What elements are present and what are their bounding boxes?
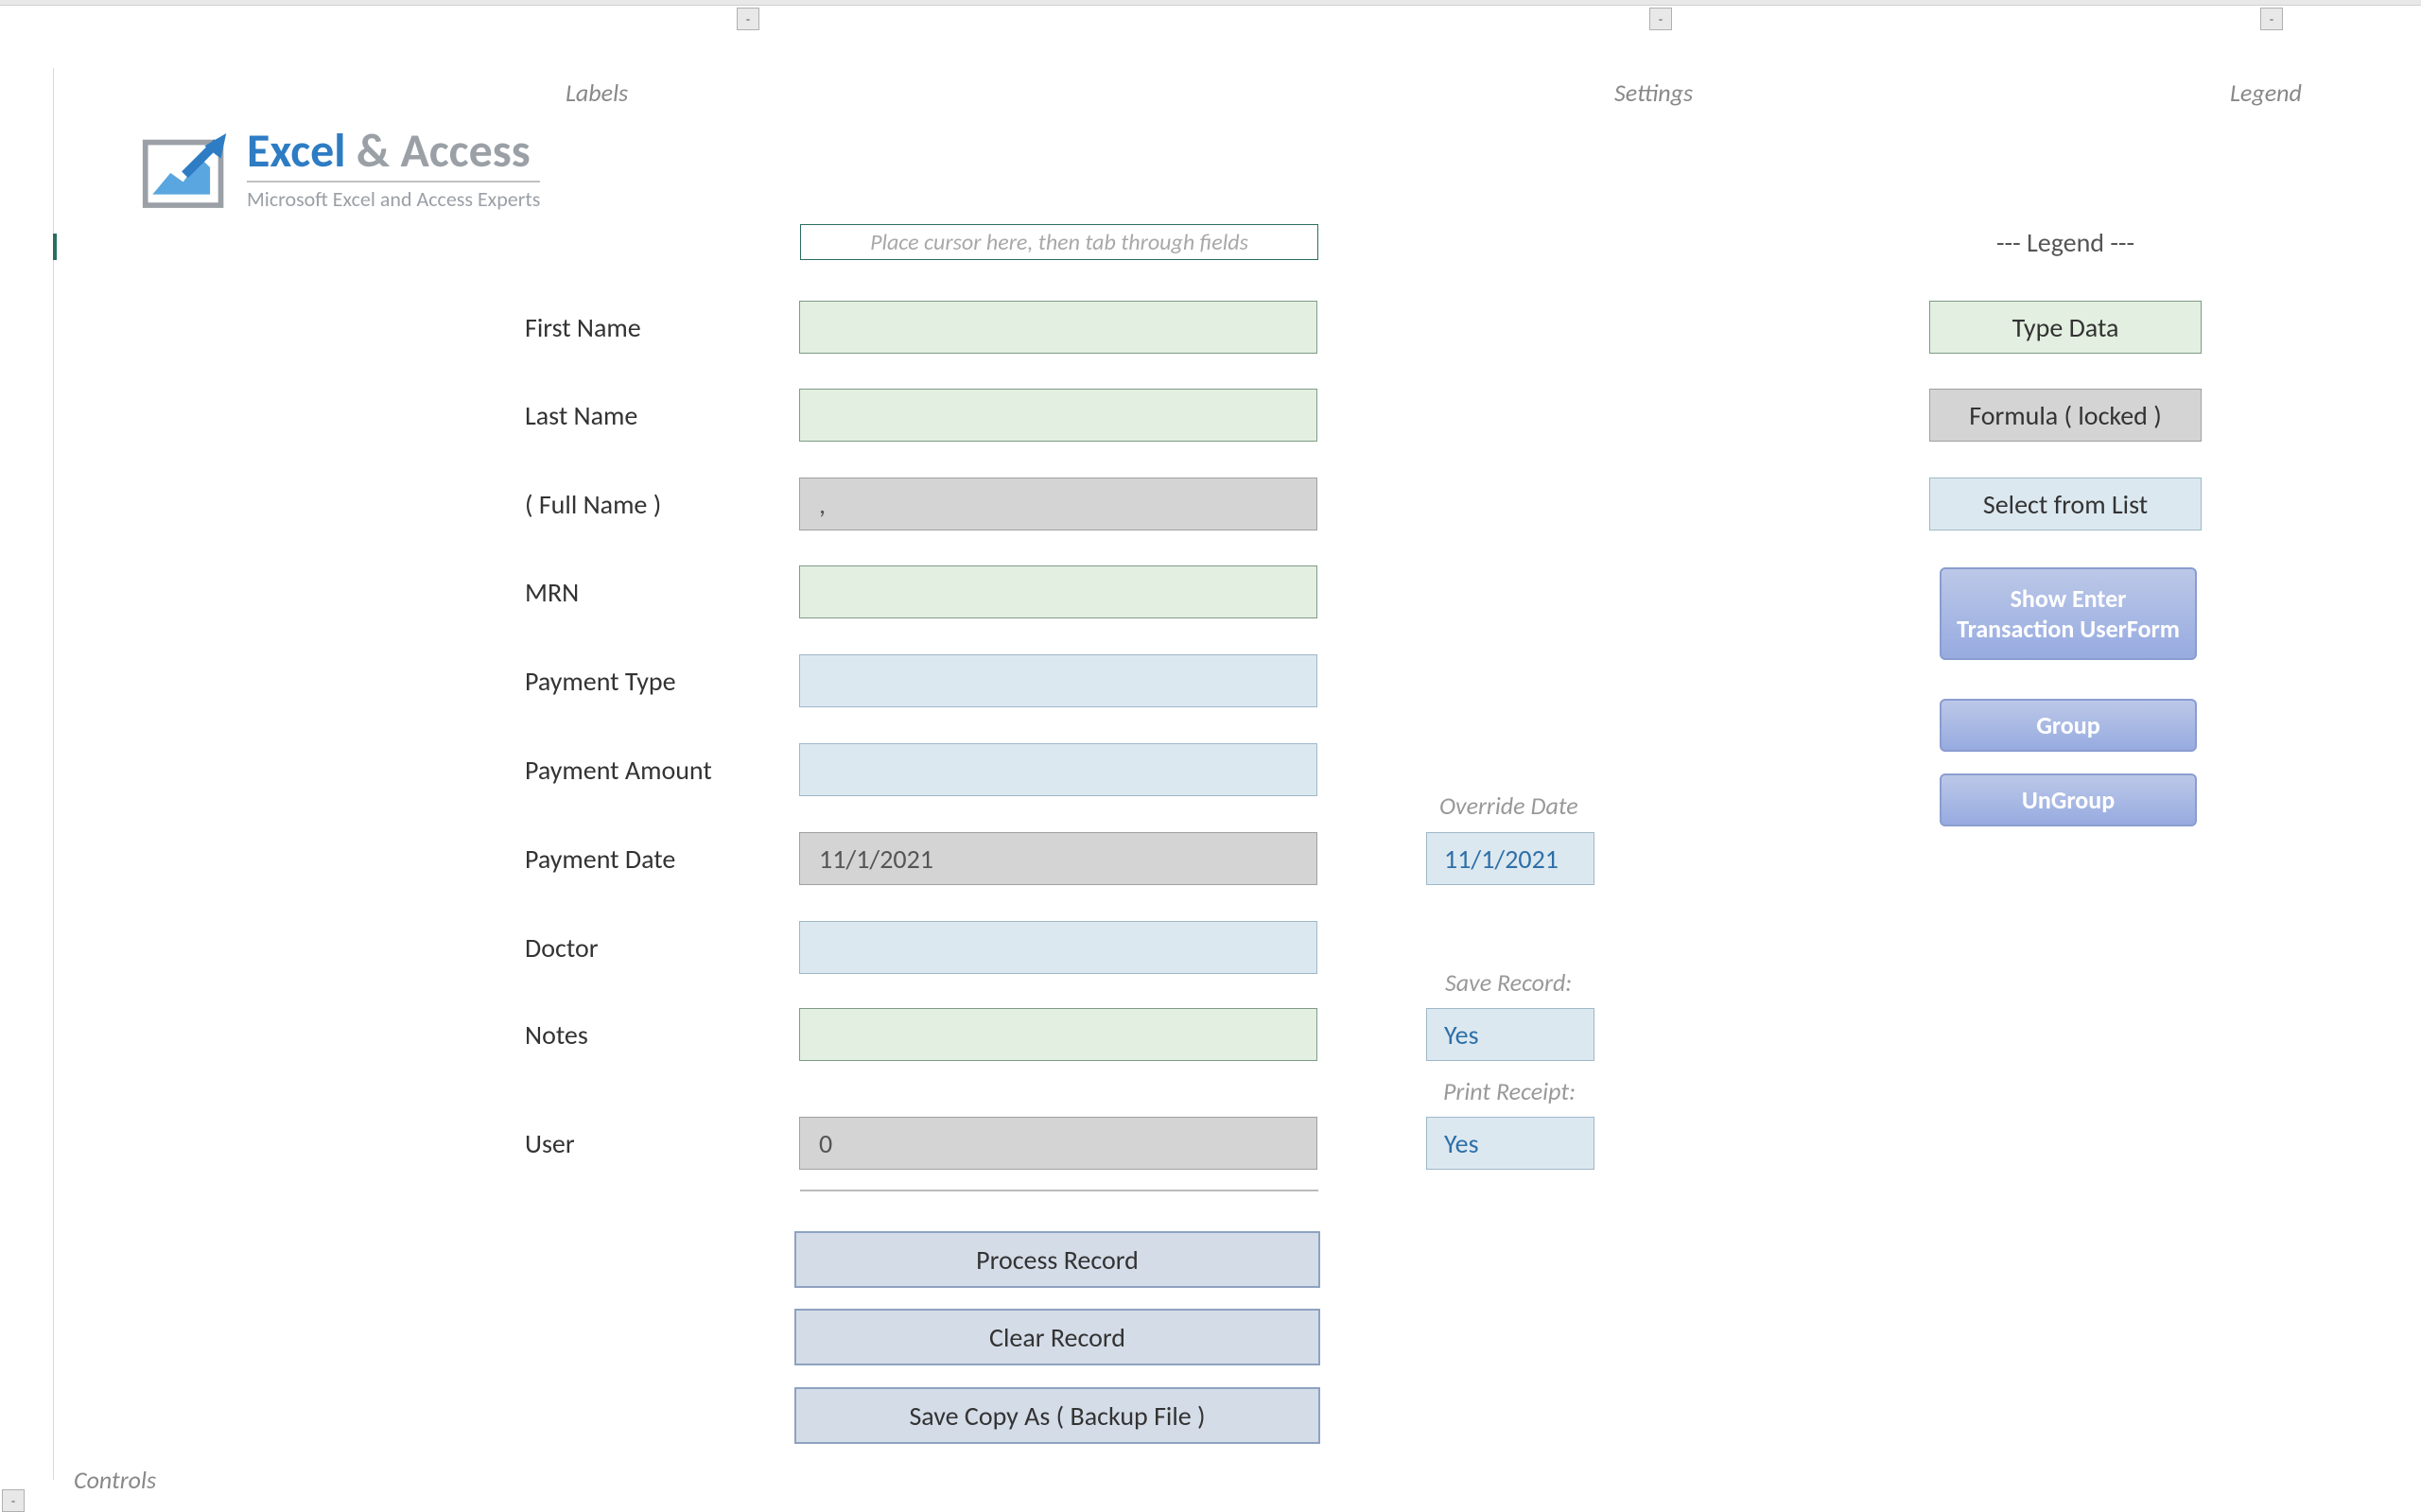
first-name-input[interactable] [799,301,1317,354]
payment-amount-select[interactable] [799,743,1317,796]
logo: Excel & Access Microsoft Excel and Acces… [140,128,540,212]
backup-button[interactable]: Save Copy As ( Backup File ) [794,1387,1320,1444]
label-full-name: ( Full Name ) [525,488,799,521]
outline-collapse-row[interactable]: - [2,1489,25,1512]
user-display: 0 [799,1117,1317,1170]
accent-bar [53,234,57,260]
outline-collapse-2[interactable]: - [1649,8,1672,30]
show-userform-button[interactable]: Show Enter Transaction UserForm [1940,567,2197,660]
mrn-input[interactable] [799,565,1317,618]
legend-header: --- Legend --- [1929,226,2202,259]
save-record-select[interactable]: Yes [1426,1008,1594,1061]
print-receipt-select[interactable]: Yes [1426,1117,1594,1170]
logo-mark-icon [140,129,230,212]
override-date-select[interactable]: 11/1/2021 [1426,832,1594,885]
label-override-date: Override Date [1439,791,1578,821]
notes-input[interactable] [799,1008,1317,1061]
label-print-receipt: Print Receipt: [1443,1076,1576,1106]
legend-formula-locked: Formula ( locked ) [1929,389,2202,442]
label-notes: Notes [525,1018,799,1051]
doctor-select[interactable] [799,921,1317,974]
outline-collapse-3[interactable]: - [2260,8,2283,30]
group-button[interactable]: Group [1940,699,2197,752]
label-last-name: Last Name [525,399,799,432]
logo-brand: Excel & Access [247,128,540,175]
label-doctor: Doctor [525,931,799,965]
full-name-display: , [799,478,1317,530]
payment-date-display: 11/1/2021 [799,832,1317,885]
clear-record-button[interactable]: Clear Record [794,1309,1320,1365]
outline-collapse-1[interactable]: - [737,8,759,30]
legend-select-from-list: Select from List [1929,478,2202,530]
last-name-input[interactable] [799,389,1317,442]
form-divider [800,1190,1318,1191]
hint-input[interactable]: Place cursor here, then tab through fiel… [800,224,1318,260]
legend-type-data: Type Data [1929,301,2202,354]
payment-type-select[interactable] [799,654,1317,707]
label-first-name: First Name [525,311,799,344]
label-payment-date: Payment Date [525,843,799,876]
logo-tagline: Microsoft Excel and Access Experts [247,181,540,212]
label-mrn: MRN [525,576,799,609]
label-payment-type: Payment Type [525,665,799,698]
label-payment-amount: Payment Amount [525,754,799,787]
top-edge [0,0,2421,6]
ungroup-button[interactable]: UnGroup [1940,773,2197,826]
label-save-record: Save Record: [1445,967,1572,998]
process-record-button[interactable]: Process Record [794,1231,1320,1288]
label-user: User [525,1127,799,1160]
